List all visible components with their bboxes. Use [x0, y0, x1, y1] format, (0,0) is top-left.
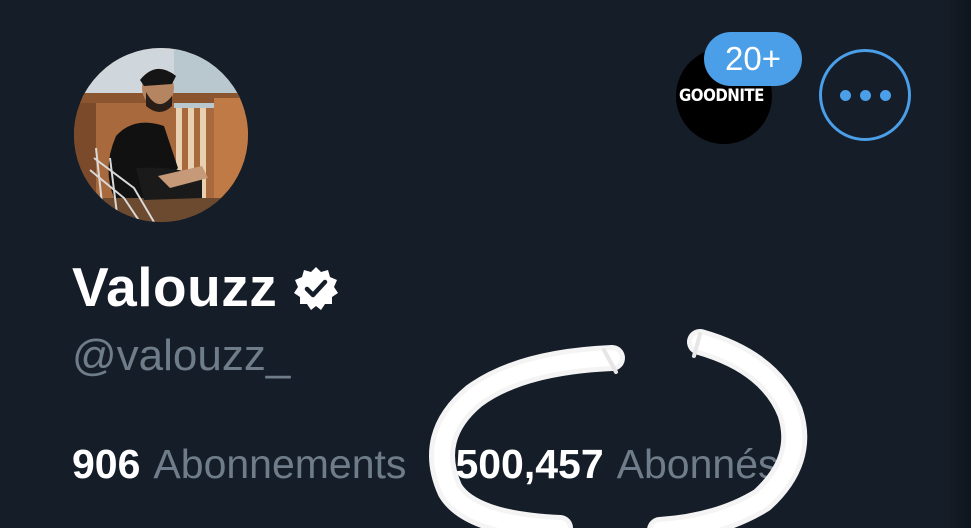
more-options-button[interactable]	[819, 49, 911, 141]
following-stat[interactable]: 906 Abonnements	[72, 437, 406, 491]
followers-count: 500,457	[455, 441, 604, 487]
profile-header: GOODNITE 20+ Valouzz @valouzz_ 906 Abonn…	[0, 0, 971, 528]
name-row: Valouzz	[72, 252, 341, 322]
more-horizontal-icon	[839, 89, 851, 101]
avatar[interactable]	[74, 48, 248, 222]
community-count-badge: 20+	[704, 32, 802, 86]
following-count: 906	[72, 441, 141, 487]
followers-stat[interactable]: 500,457 Abonnés	[455, 437, 778, 491]
verified-badge-icon[interactable]	[291, 264, 341, 314]
more-horizontal-icon	[859, 89, 871, 101]
username-handle: @valouzz_	[72, 331, 291, 380]
following-label: Abonnements	[153, 441, 407, 487]
community-logo: GOODNITE	[679, 84, 764, 106]
avatar-photo	[74, 48, 248, 222]
edge-shade	[943, 0, 971, 528]
followers-label: Abonnés	[616, 441, 779, 487]
follow-stats: 906 Abonnements 500,457 Abonnés	[72, 437, 779, 491]
display-name: Valouzz	[72, 256, 278, 318]
more-horizontal-icon	[879, 89, 891, 101]
